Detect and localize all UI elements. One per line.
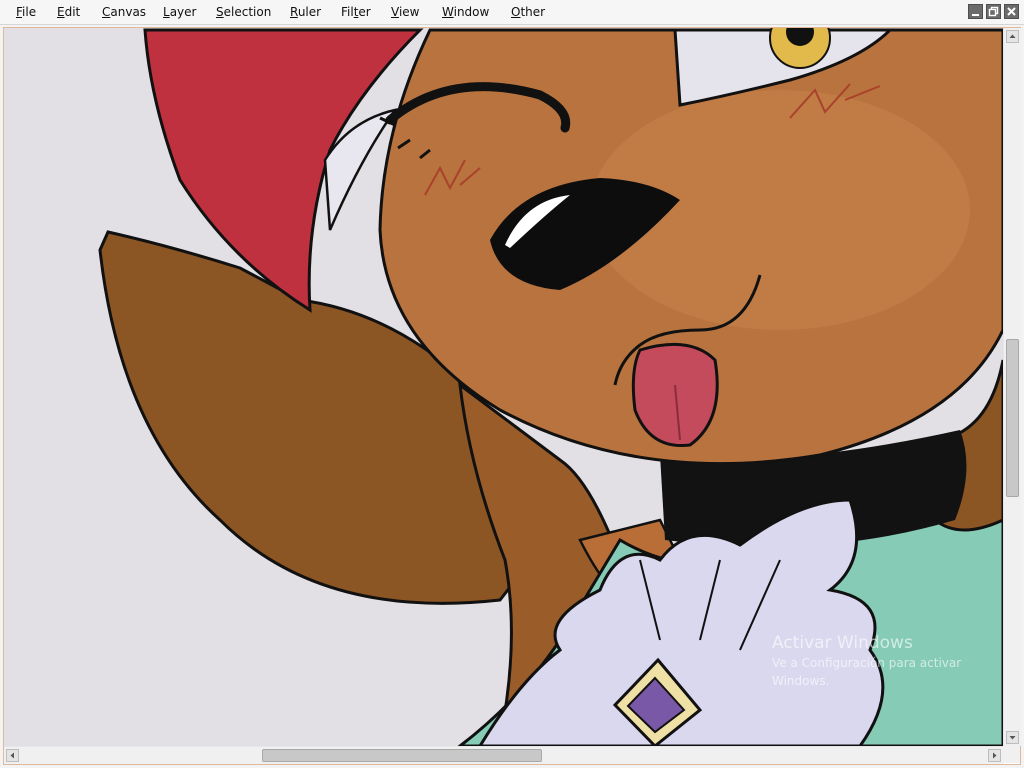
horizontal-scrollbar[interactable]	[4, 746, 1003, 764]
menu-filter[interactable]: Filter	[341, 4, 371, 20]
scroll-up-icon[interactable]	[1006, 30, 1019, 43]
canvas-artwork[interactable]	[4, 28, 1003, 746]
scrollbar-corner	[1003, 746, 1020, 763]
menu-canvas[interactable]: Canvas	[102, 4, 146, 20]
horizontal-scroll-thumb[interactable]	[261, 749, 543, 762]
scroll-left-icon[interactable]	[6, 749, 19, 762]
minimize-icon[interactable]	[968, 4, 983, 19]
menu-edit[interactable]: Edit	[57, 4, 80, 20]
menu-other[interactable]: Other	[511, 4, 545, 20]
menu-ruler[interactable]: Ruler	[290, 4, 321, 20]
restore-icon[interactable]	[986, 4, 1001, 19]
close-icon[interactable]	[1004, 4, 1019, 19]
menu-file[interactable]: File	[16, 4, 36, 20]
scroll-right-icon[interactable]	[988, 749, 1001, 762]
menu-layer[interactable]: Layer	[163, 4, 196, 20]
vertical-scrollbar[interactable]	[1003, 28, 1021, 746]
menu-selection[interactable]: Selection	[216, 4, 271, 20]
vertical-scroll-thumb[interactable]	[1006, 338, 1019, 497]
scroll-down-icon[interactable]	[1006, 731, 1019, 744]
menu-view[interactable]: View	[391, 4, 419, 20]
menu-window[interactable]: Window	[442, 4, 489, 20]
menu-bar: File Edit Canvas Layer Selection Ruler F…	[0, 0, 1024, 25]
